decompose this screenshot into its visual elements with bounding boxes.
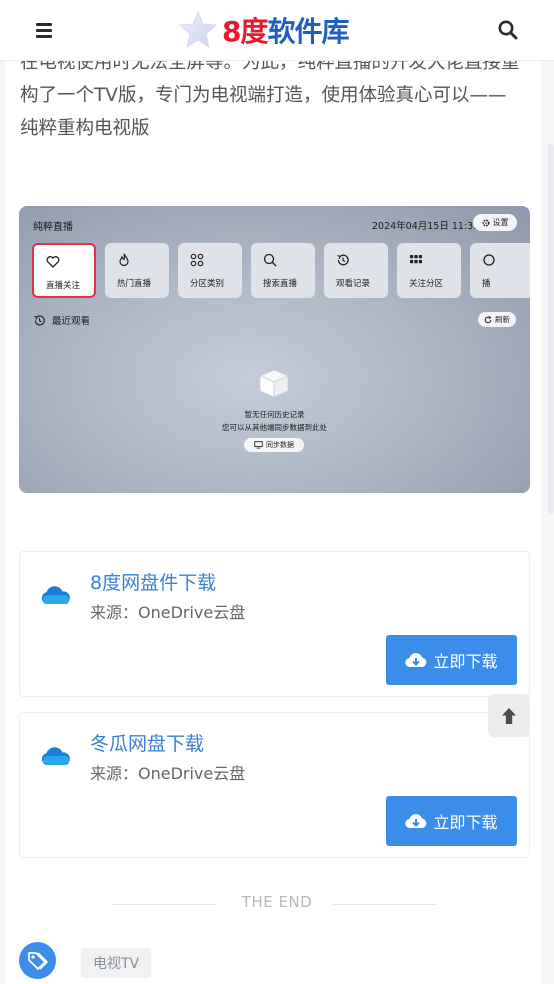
refresh-icon (484, 315, 492, 323)
recent-watched-header: 最近观看 (33, 313, 90, 327)
recent-label: 最近观看 (52, 316, 91, 327)
empty-box-icon (258, 369, 290, 398)
settings-icon (483, 254, 495, 266)
download-source: 来源：OneDrive云盘 (90, 764, 246, 783)
empty-state-hint: 您可以从其他端同步数据到此处 (222, 423, 327, 432)
search-icon[interactable] (497, 19, 519, 41)
app-title: 纯粹直播 (33, 222, 73, 233)
tile-label: 播 (482, 279, 491, 289)
logo-text: 8度软件库 (222, 10, 350, 50)
site-header: 8度软件库 (0, 0, 554, 61)
tile-follow-category: 关注分区 (397, 243, 461, 298)
settings-button: 设置 (473, 214, 517, 231)
logo-name: 软件库 (267, 15, 350, 48)
history-icon (337, 254, 349, 266)
download-source: 来源：OneDrive云盘 (90, 603, 246, 622)
tile-category: 分区类别 (178, 243, 242, 298)
star-logo-icon (178, 10, 218, 49)
scrollbar[interactable] (548, 144, 554, 514)
tile-hot: 热门直播 (105, 243, 169, 298)
tile-label: 分区类别 (190, 279, 225, 289)
back-to-top-button[interactable] (488, 694, 530, 737)
article-screenshot: 纯粹直播 2024年04月15日 11:39:41 设置 直播关注 热门直播 分… (19, 206, 530, 493)
flame-icon (119, 253, 129, 267)
price-tag-icon (27, 951, 48, 970)
tile-label: 关注分区 (409, 279, 444, 289)
sync-button: 同步数据 (244, 438, 304, 452)
history-icon (34, 314, 45, 326)
tile-follow: 直播关注 (32, 243, 96, 298)
search-icon (263, 253, 277, 267)
tag-chip[interactable]: 电视TV (81, 948, 152, 978)
download-now-button[interactable]: 立即下载 (386, 635, 517, 685)
download-button-label: 立即下载 (433, 813, 498, 832)
download-card: 8度网盘件下载 来源：OneDrive云盘 立即下载 (19, 551, 530, 697)
tile-label: 观看记录 (336, 279, 371, 289)
cloud-download-icon (405, 653, 427, 668)
empty-state-title: 暂无任何历史记录 (244, 410, 305, 419)
tile-label: 热门直播 (117, 279, 152, 289)
apps-grid-icon (410, 255, 422, 264)
download-card: 冬瓜网盘下载 来源：OneDrive云盘 立即下载 (19, 712, 530, 858)
download-title-link[interactable]: 冬瓜网盘下载 (90, 729, 204, 756)
onedrive-cloud-icon (41, 747, 70, 765)
download-now-button[interactable]: 立即下载 (386, 796, 517, 846)
tag-icon (19, 942, 56, 979)
category-grid-icon (190, 253, 204, 267)
gear-icon (481, 218, 490, 227)
tile-search: 搜索直播 (251, 243, 315, 298)
heart-icon (46, 256, 60, 268)
hamburger-menu-icon[interactable] (36, 21, 54, 39)
download-button-label: 立即下载 (433, 652, 498, 671)
tile-label: 直播关注 (46, 281, 81, 291)
tile-partial: 播 (470, 243, 530, 298)
end-label: THE END (241, 893, 313, 911)
logo-du: 度 (240, 15, 268, 48)
download-title-link[interactable]: 8度网盘件下载 (90, 568, 216, 595)
site-logo[interactable]: 8度软件库 (176, 6, 350, 54)
refresh-label: 刷新 (495, 315, 510, 324)
divider-right (333, 904, 436, 905)
refresh-button: 刷新 (478, 312, 516, 327)
settings-label: 设置 (492, 218, 509, 227)
sync-label: 同步数据 (266, 441, 294, 449)
cloud-download-icon (405, 814, 427, 829)
logo-digit: 8 (222, 15, 242, 48)
monitor-icon (254, 441, 263, 449)
onedrive-cloud-icon (41, 586, 70, 604)
arrow-up-icon (502, 707, 516, 724)
tile-label: 搜索直播 (263, 279, 298, 289)
feature-tiles: 直播关注 热门直播 分区类别 搜索直播 观看记录 关注分区 播 (32, 243, 530, 298)
tile-history: 观看记录 (324, 243, 388, 298)
